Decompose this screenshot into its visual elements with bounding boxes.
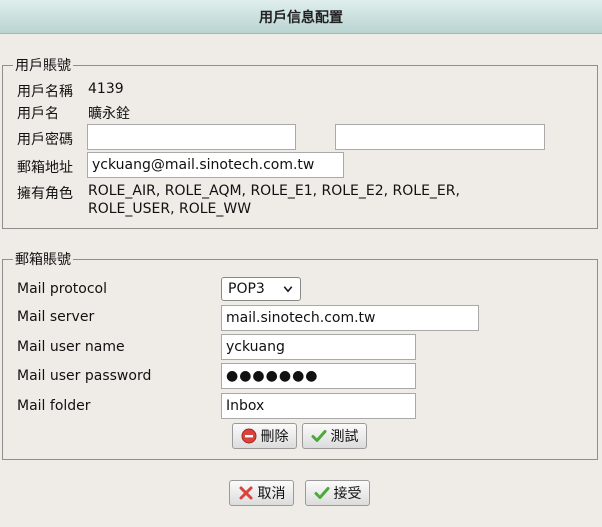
test-label: 測試 <box>330 429 359 445</box>
check-icon <box>311 430 326 442</box>
mail-folder-input[interactable]: Inbox <box>221 393 416 419</box>
mail-password-input[interactable]: ●●●●●●● <box>221 363 416 389</box>
accept-button[interactable]: 接受 <box>305 480 370 506</box>
delete-button[interactable]: 刪除 <box>232 423 297 449</box>
roles-line-1: ROLE_AIR, ROLE_AQM, ROLE_E1, ROLE_E2, RO… <box>88 183 460 199</box>
mail-user-input[interactable]: yckuang <box>221 334 416 360</box>
delete-label: 刪除 <box>260 429 289 445</box>
cancel-label: 取消 <box>257 486 286 502</box>
mail-protocol-label: Mail protocol <box>17 281 107 297</box>
mail-legend: 郵箱賬號 <box>15 252 71 268</box>
username-value: 4139 <box>88 81 124 97</box>
minus-circle-icon <box>241 428 256 444</box>
password-input[interactable] <box>87 124 296 150</box>
test-button[interactable]: 測試 <box>302 423 367 449</box>
mail-password-label: Mail user password <box>17 368 152 384</box>
mail-user-label: Mail user name <box>17 339 125 355</box>
name-label: 用戶名 <box>17 106 59 122</box>
dialog-title: 用戶信息配置 <box>0 0 602 34</box>
mail-protocol-value: POP3 <box>228 281 265 297</box>
email-input[interactable]: yckuang@mail.sinotech.com.tw <box>87 152 344 178</box>
roles-line-2: ROLE_USER, ROLE_WW <box>88 201 252 217</box>
account-legend: 用戶賬號 <box>15 58 71 74</box>
username-label: 用戶名稱 <box>17 84 73 100</box>
mail-folder-label: Mail folder <box>17 398 91 414</box>
cancel-button[interactable]: 取消 <box>229 480 294 506</box>
email-label: 郵箱地址 <box>17 160 73 176</box>
roles-label: 擁有角色 <box>17 186 73 202</box>
mail-protocol-select[interactable]: POP3 <box>221 277 301 301</box>
chevron-down-icon <box>283 286 293 293</box>
password-confirm-input[interactable] <box>335 124 545 150</box>
password-label: 用戶密碼 <box>17 132 73 148</box>
accept-label: 接受 <box>333 486 362 502</box>
mail-server-input[interactable]: mail.sinotech.com.tw <box>221 305 479 331</box>
mail-server-label: Mail server <box>17 309 95 325</box>
check-icon <box>314 487 329 499</box>
name-value: 曠永銓 <box>88 106 130 122</box>
x-icon <box>239 486 252 500</box>
